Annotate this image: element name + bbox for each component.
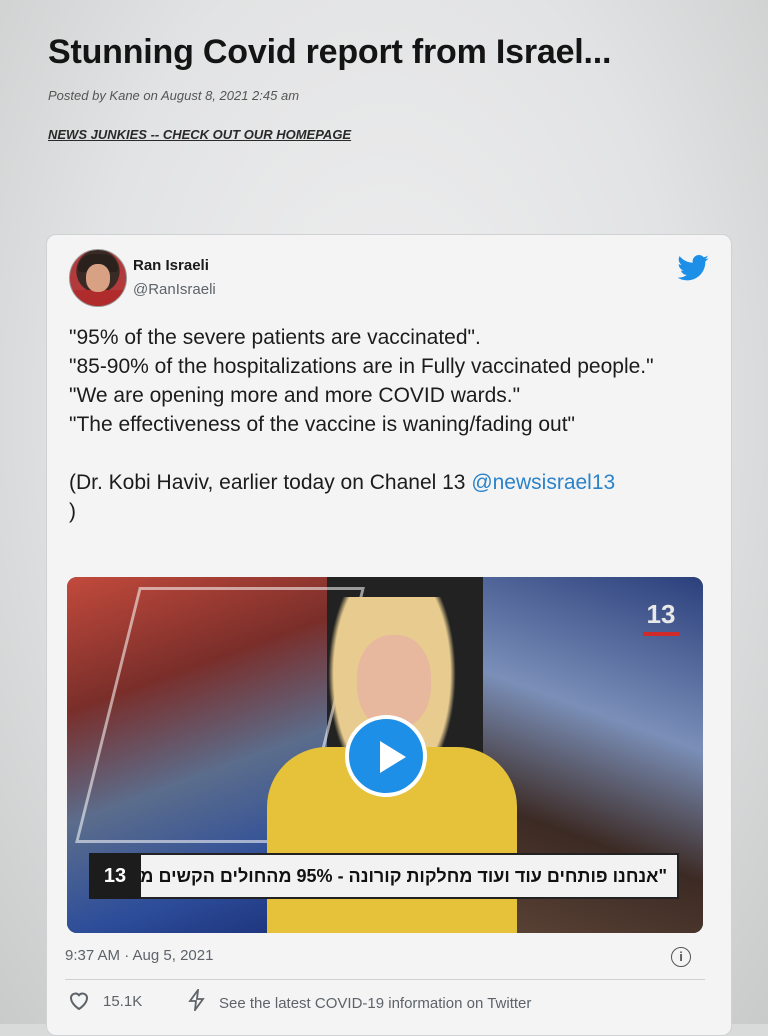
heart-icon[interactable] [67, 989, 91, 1011]
tweet-user-handle[interactable]: @RanIsraeli [133, 281, 216, 298]
post-meta: Posted by Kane on August 8, 2021 2:45 am [48, 88, 300, 103]
tweet-user-name[interactable]: Ran Israeli [133, 257, 209, 274]
citation-close: ) [69, 500, 76, 523]
tweet-line: "85-90% of the hospitalizations are in F… [69, 355, 654, 378]
like-count[interactable]: 15.1K [103, 993, 142, 1010]
tweet-line: "We are opening more and more COVID ward… [69, 384, 521, 407]
tweet-body: "95% of the severe patients are vaccinat… [69, 323, 709, 526]
divider [65, 979, 705, 980]
article-header: Stunning Covid report from Israel... Pos… [48, 30, 728, 142]
channel-logo: 13 [643, 599, 679, 639]
bolt-icon [188, 989, 205, 1011]
tweet-citation: (Dr. Kobi Haviv, earlier today on Chanel… [69, 468, 709, 526]
mention-link[interactable]: @newsisrael13 [471, 471, 615, 494]
homepage-link[interactable]: NEWS JUNKIES -- CHECK OUT OUR HOMEPAGE [48, 127, 728, 142]
avatar[interactable] [69, 249, 127, 307]
info-icon[interactable]: i [671, 947, 691, 967]
tweet-timestamp[interactable]: 9:37 AM · Aug 5, 2021 [65, 947, 213, 964]
tweet-line: "The effectiveness of the vaccine is wan… [69, 413, 575, 436]
play-icon[interactable] [345, 715, 427, 797]
article-title: Stunning Covid report from Israel... [48, 33, 612, 71]
news-ticker: "אנחנו פותחים עוד ועוד מחלקות קורונה - 9… [89, 853, 679, 899]
citation-text: (Dr. Kobi Haviv, earlier today on Chanel… [69, 471, 472, 494]
tweet-line: "95% of the severe patients are vaccinat… [69, 326, 481, 349]
twitter-bird-icon[interactable] [677, 255, 709, 281]
covid-info-link[interactable]: See the latest COVID-19 information on T… [219, 995, 531, 1012]
ticker-logo: 13 [89, 853, 141, 899]
video-player[interactable]: 13 "אנחנו פותחים עוד ועוד מחלקות קורונה … [67, 577, 703, 933]
embedded-tweet[interactable]: Ran Israeli @RanIsraeli "95% of the seve… [46, 234, 732, 1036]
